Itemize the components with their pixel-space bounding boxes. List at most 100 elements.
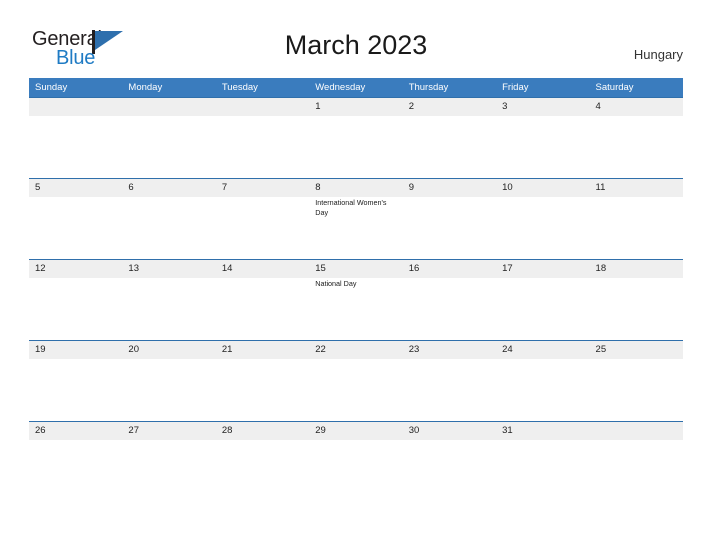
page-header: General Blue March 2023 Hungary [0, 0, 712, 76]
day-cell[interactable]: 22 [309, 341, 402, 420]
day-cell[interactable] [122, 98, 215, 177]
week-cells: 19 20 21 22 23 24 25 [29, 341, 683, 420]
day-event [596, 357, 678, 360]
day-cell[interactable]: 20 [122, 341, 215, 420]
day-cell[interactable]: 18 [590, 260, 683, 339]
day-number: 31 [502, 425, 513, 436]
day-cell[interactable]: 11 [590, 179, 683, 258]
day-cell[interactable]: 26 [29, 422, 122, 501]
day-event [409, 357, 491, 360]
day-number: 29 [315, 425, 326, 436]
weekday-header-tuesday: Tuesday [221, 82, 258, 93]
day-cell[interactable]: 16 [403, 260, 496, 339]
day-cell[interactable]: 15 National Day [309, 260, 402, 339]
day-number: 7 [221, 182, 228, 193]
week-cells: 5 6 7 8 International Women's Day 9 10 11 [29, 179, 683, 258]
day-event [35, 438, 117, 441]
weekday-header-thursday: Thursday [408, 82, 449, 93]
day-event: International Women's Day [315, 198, 387, 217]
day-event [128, 195, 210, 198]
day-event [315, 357, 397, 360]
day-cell[interactable]: 9 [403, 179, 496, 258]
day-cell[interactable]: 10 [496, 179, 589, 258]
day-cell[interactable]: 2 [403, 98, 496, 177]
day-event [409, 195, 491, 198]
day-cell[interactable]: 25 [590, 341, 683, 420]
day-cell[interactable]: 13 [122, 260, 215, 339]
day-cell[interactable]: 31 [496, 422, 589, 501]
day-cell[interactable]: 8 International Women's Day [309, 179, 402, 258]
day-event [502, 276, 584, 279]
week-cells: 26 27 28 29 30 31 [29, 422, 683, 501]
day-cell[interactable]: 23 [403, 341, 496, 420]
day-cell[interactable]: 3 [496, 98, 589, 177]
day-event [409, 438, 491, 441]
day-number: 22 [315, 344, 326, 355]
day-cell[interactable]: 19 [29, 341, 122, 420]
day-number: 6 [128, 182, 134, 193]
day-number: 10 [502, 182, 513, 193]
day-cell[interactable]: 21 [216, 341, 309, 420]
day-event [409, 114, 491, 117]
day-number: 4 [595, 101, 601, 112]
day-cell[interactable]: 24 [496, 341, 589, 420]
day-cell[interactable]: 30 [403, 422, 496, 501]
day-event [128, 114, 210, 117]
day-number: 2 [408, 101, 414, 112]
day-number: 8 [315, 182, 321, 193]
week-cells: 1 2 3 4 [29, 98, 683, 177]
day-number: 27 [128, 425, 139, 436]
day-number: 16 [408, 263, 420, 274]
day-cell[interactable]: 27 [122, 422, 215, 501]
week-row: 26 27 28 29 30 31 [29, 421, 683, 502]
week-row: 19 20 21 22 23 24 25 [29, 340, 683, 421]
weekday-header-wednesday: Wednesday [315, 82, 366, 93]
week-cells: 12 13 14 15 National Day 16 17 18 [29, 260, 683, 339]
day-cell[interactable]: 1 [309, 98, 402, 177]
day-cell[interactable]: 12 [29, 260, 122, 339]
day-cell[interactable]: 28 [216, 422, 309, 501]
day-event [222, 195, 304, 198]
day-number: 13 [128, 263, 139, 274]
day-cell[interactable]: 4 [590, 98, 683, 177]
day-event [596, 438, 678, 441]
day-number: 12 [35, 263, 46, 274]
day-event [128, 357, 210, 360]
day-event [502, 357, 584, 360]
day-cell[interactable] [29, 98, 122, 177]
day-number: 24 [502, 344, 513, 355]
day-cell[interactable]: 14 [216, 260, 309, 339]
day-number: 19 [35, 344, 46, 355]
day-event [222, 276, 304, 279]
day-event [128, 438, 210, 441]
day-number: 11 [595, 182, 606, 193]
calendar-page: General Blue March 2023 Hungary Sunday M… [0, 0, 712, 550]
page-title: March 2023 [284, 30, 428, 60]
day-cell[interactable]: 7 [216, 179, 309, 258]
day-event [128, 276, 210, 279]
day-cell[interactable] [216, 98, 309, 177]
calendar-grid: Sunday Monday Tuesday Wednesday Thursday… [29, 78, 683, 502]
day-number: 1 [315, 101, 321, 112]
day-cell[interactable] [590, 422, 683, 501]
day-event [222, 438, 304, 441]
day-number: 15 [315, 263, 326, 274]
day-number: 9 [408, 182, 414, 193]
day-cell[interactable]: 6 [122, 179, 215, 258]
day-number: 14 [221, 263, 233, 274]
day-event [35, 276, 117, 279]
day-event [315, 114, 397, 117]
day-event [502, 114, 584, 117]
day-cell[interactable]: 5 [29, 179, 122, 258]
day-event [596, 195, 678, 198]
day-number: 25 [595, 344, 607, 355]
day-number: 28 [221, 425, 233, 436]
day-event [35, 114, 117, 117]
day-number: 21 [221, 344, 233, 355]
weekday-header-row: Sunday Monday Tuesday Wednesday Thursday… [29, 78, 683, 97]
day-cell[interactable]: 17 [496, 260, 589, 339]
day-cell[interactable]: 29 [309, 422, 402, 501]
day-event [222, 114, 304, 117]
day-event [35, 357, 117, 360]
day-event [502, 438, 584, 441]
